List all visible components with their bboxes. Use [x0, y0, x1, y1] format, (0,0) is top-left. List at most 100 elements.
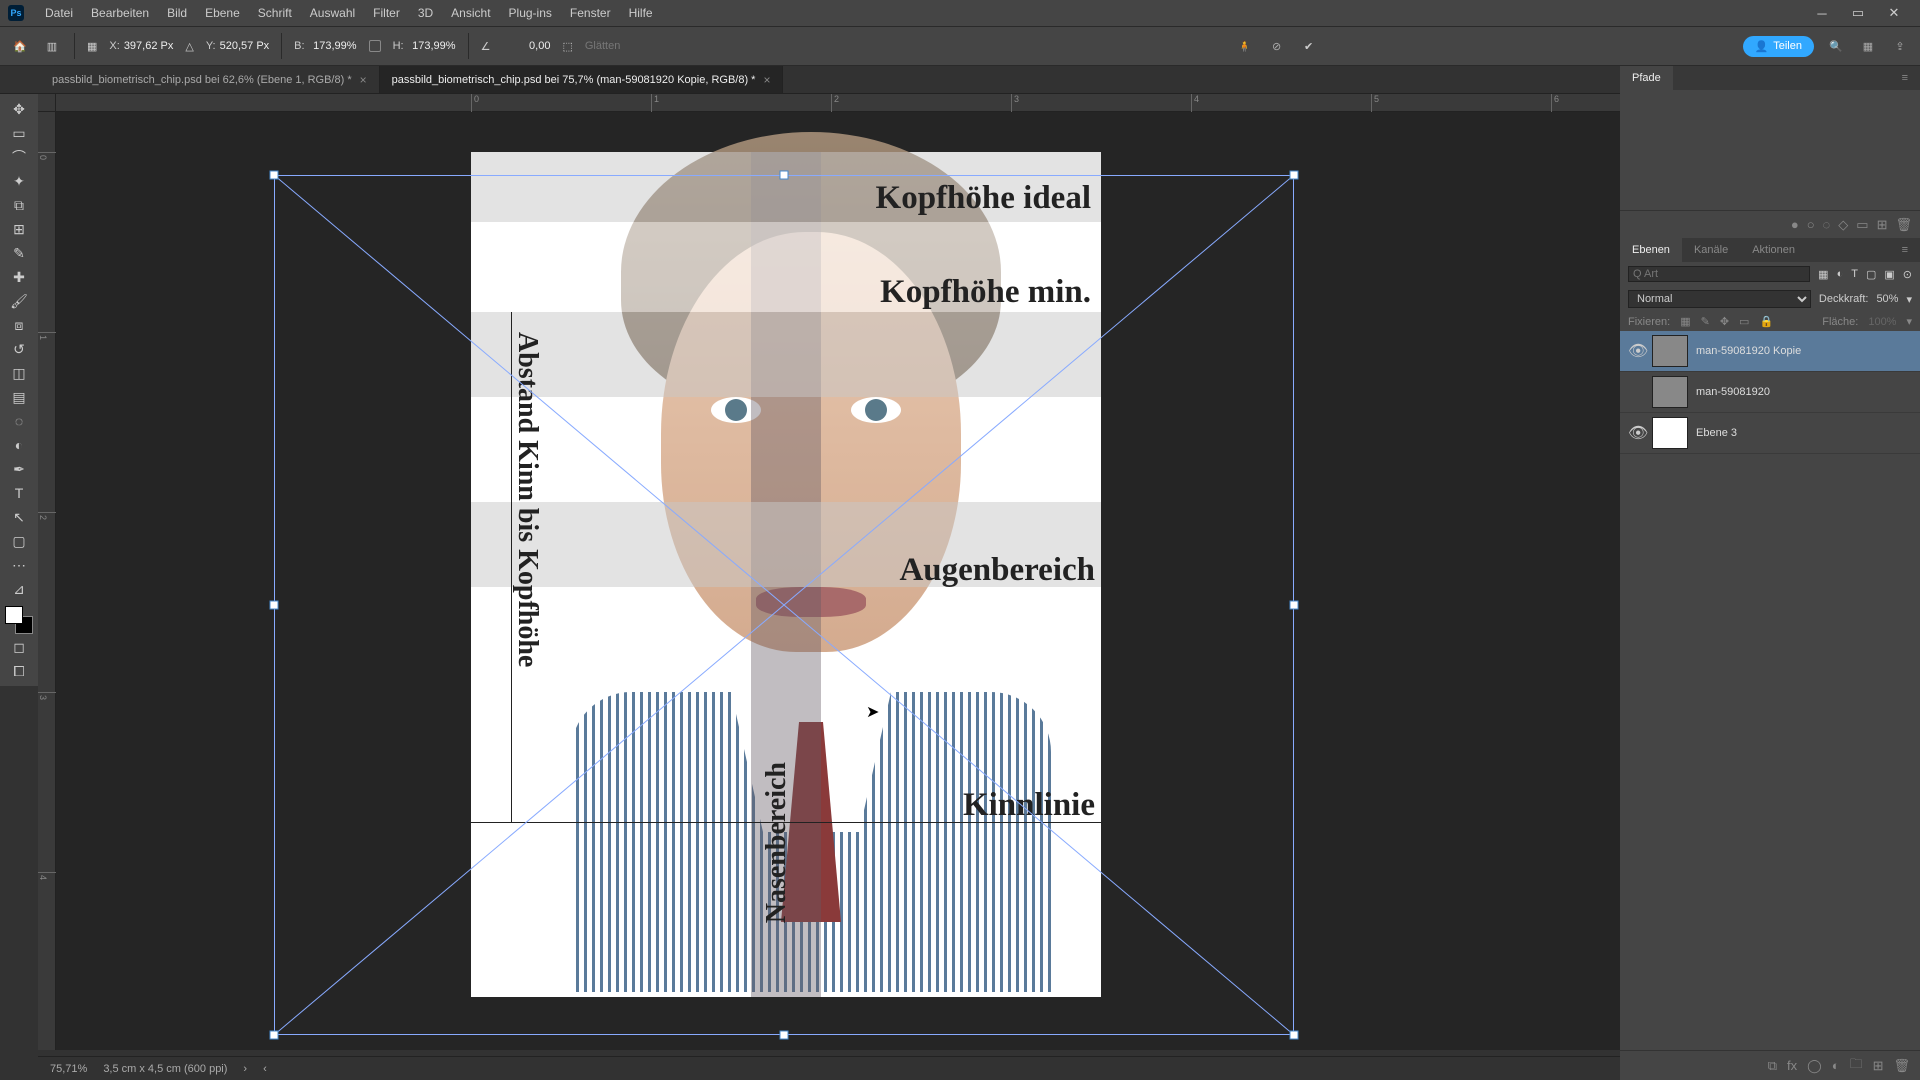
transform-handle-s[interactable] — [780, 1031, 789, 1040]
lock-transparent-icon[interactable]: ▦ — [1680, 315, 1690, 328]
tab-aktionen[interactable]: Aktionen — [1740, 238, 1807, 262]
move-tool[interactable]: ✥ — [4, 98, 34, 120]
lasso-tool[interactable]: ⌒ — [4, 146, 34, 168]
transform-handle-w[interactable] — [270, 601, 279, 610]
screenmode-button[interactable]: ⧠ — [4, 660, 34, 682]
layer-fx-icon[interactable]: fx — [1787, 1058, 1797, 1073]
warp-mode-button[interactable]: 🧍 — [1235, 36, 1255, 56]
lock-paint-icon[interactable]: ✎ — [1701, 315, 1710, 328]
filter-adjust-icon[interactable]: ◐ — [1837, 268, 1844, 280]
share-button[interactable]: 👤 Teilen — [1743, 36, 1814, 57]
link-layers-icon[interactable]: ⧉ — [1768, 1058, 1777, 1074]
menu-ansicht[interactable]: Ansicht — [442, 6, 499, 20]
path-shape-icon[interactable]: ◇ — [1838, 217, 1848, 233]
ruler-origin[interactable] — [38, 94, 56, 112]
shape-tool[interactable]: ▢ — [4, 530, 34, 552]
quickmask-button[interactable]: ◻ — [4, 636, 34, 658]
commit-transform-button[interactable]: ✔ — [1299, 36, 1319, 56]
filter-smart-icon[interactable]: ▣ — [1884, 268, 1894, 281]
close-tab-icon[interactable]: × — [763, 73, 770, 87]
tab-ebenen[interactable]: Ebenen — [1620, 238, 1682, 262]
opacity-value[interactable]: 50% — [1876, 293, 1898, 305]
window-close-button[interactable]: ✕ — [1876, 0, 1912, 26]
filter-type-icon[interactable]: T — [1851, 268, 1858, 280]
layer-row[interactable]: man-59081920 — [1620, 372, 1920, 413]
history-brush-tool[interactable]: ↺ — [4, 338, 34, 360]
y-value-input[interactable]: 520,57 Px — [220, 40, 270, 52]
marquee-tool[interactable]: ▭ — [4, 122, 34, 144]
eyedropper-tool[interactable]: ✎ — [4, 242, 34, 264]
visibility-toggle-icon[interactable]: 👁 — [1628, 423, 1644, 443]
layer-name[interactable]: man-59081920 — [1696, 386, 1770, 398]
filter-image-icon[interactable]: ▦ — [1818, 268, 1828, 281]
document-tab-1[interactable]: passbild_biometrisch_chip.psd bei 62,6% … — [40, 66, 380, 93]
delta-icon[interactable]: △ — [185, 40, 193, 53]
fill-value[interactable]: 100% — [1868, 316, 1896, 328]
blend-mode-select[interactable]: Normal — [1628, 290, 1811, 308]
group-icon[interactable]: 🗀 — [1850, 1055, 1863, 1077]
delete-path-icon[interactable]: 🗑 — [1895, 217, 1912, 233]
path-selection-icon[interactable]: ◌ — [1823, 217, 1831, 232]
type-tool[interactable]: T — [4, 482, 34, 504]
height-value-input[interactable]: 173,99% — [408, 40, 456, 52]
menu-bearbeiten[interactable]: Bearbeiten — [82, 6, 158, 20]
menu-bild[interactable]: Bild — [158, 6, 196, 20]
close-tab-icon[interactable]: × — [360, 73, 367, 87]
angle-value-input[interactable]: 0,00 — [502, 40, 550, 52]
frame-tool[interactable]: ⊞ — [4, 218, 34, 240]
document-info[interactable]: 3,5 cm x 4,5 cm (600 ppi) — [103, 1063, 227, 1075]
horizontal-ruler[interactable]: 0 1 2 3 4 5 6 — [56, 94, 1620, 112]
filter-toggle-icon[interactable]: ⊙ — [1903, 268, 1912, 281]
search-button[interactable]: 🔍 — [1826, 36, 1846, 56]
layer-name[interactable]: Ebene 3 — [1696, 427, 1737, 439]
width-value-input[interactable]: 173,99% — [309, 40, 357, 52]
new-path-icon[interactable]: ⊞ — [1877, 217, 1888, 233]
brush-tool[interactable]: 🖌 — [4, 290, 34, 312]
adjustment-layer-icon[interactable]: ◐ — [1832, 1058, 1840, 1073]
color-swatches[interactable] — [5, 606, 33, 634]
x-value-input[interactable]: 397,62 Px — [124, 40, 174, 52]
link-wh-icon[interactable] — [369, 40, 381, 52]
home-button[interactable]: 🏠 — [10, 36, 30, 56]
panel-menu-icon[interactable]: ≡ — [1890, 66, 1920, 90]
path-stroke-icon[interactable]: ○ — [1807, 217, 1815, 232]
layer-name[interactable]: man-59081920 Kopie — [1696, 345, 1801, 357]
chevron-down-icon[interactable]: ▾ — [1906, 315, 1912, 328]
menu-fenster[interactable]: Fenster — [561, 6, 620, 20]
transform-handle-nw[interactable] — [270, 171, 279, 180]
cancel-transform-button[interactable]: ⊘ — [1267, 36, 1287, 56]
transform-handle-ne[interactable] — [1290, 171, 1299, 180]
menu-plugins[interactable]: Plug-ins — [500, 6, 561, 20]
transform-handle-e[interactable] — [1290, 601, 1299, 610]
layer-row[interactable]: 👁 man-59081920 Kopie — [1620, 331, 1920, 372]
tab-pfade[interactable]: Pfade — [1620, 66, 1673, 90]
gradient-tool[interactable]: ▤ — [4, 386, 34, 408]
chevron-down-icon[interactable]: ▾ — [1906, 293, 1912, 306]
chevron-left-icon[interactable]: ‹ — [263, 1063, 267, 1075]
tool-preset-button[interactable]: ▥ — [42, 36, 62, 56]
chevron-right-icon[interactable]: › — [243, 1063, 247, 1075]
document-tab-2[interactable]: passbild_biometrisch_chip.psd bei 75,7% … — [380, 66, 784, 93]
transform-handle-sw[interactable] — [270, 1031, 279, 1040]
pen-tool[interactable]: ✒ — [4, 458, 34, 480]
menu-schrift[interactable]: Schrift — [249, 6, 301, 20]
menu-filter[interactable]: Filter — [364, 6, 409, 20]
path-select-tool[interactable]: ↖ — [4, 506, 34, 528]
zoom-level[interactable]: 75,71% — [50, 1063, 87, 1075]
heal-tool[interactable]: ✚ — [4, 266, 34, 288]
reference-point-icon[interactable]: ▦ — [87, 40, 97, 53]
delete-layer-icon[interactable]: 🗑 — [1893, 1058, 1910, 1074]
vertical-ruler[interactable]: 0 1 2 3 4 — [38, 112, 56, 1050]
window-restore-button[interactable]: ▭ — [1840, 0, 1876, 26]
tab-kanale[interactable]: Kanäle — [1682, 238, 1740, 262]
lock-all-icon[interactable]: 🔒 — [1759, 315, 1773, 328]
stamp-tool[interactable]: ⧈ — [4, 314, 34, 336]
lock-position-icon[interactable]: ✥ — [1720, 315, 1729, 328]
workspace-button[interactable]: ▦ — [1858, 36, 1878, 56]
eraser-tool[interactable]: ◫ — [4, 362, 34, 384]
zoom-tool[interactable]: ⊿ — [4, 578, 34, 600]
more-tools[interactable]: ⋯ — [4, 554, 34, 576]
menu-auswahl[interactable]: Auswahl — [301, 6, 364, 20]
menu-hilfe[interactable]: Hilfe — [620, 6, 662, 20]
skew-icon[interactable]: ⬚ — [562, 40, 572, 53]
